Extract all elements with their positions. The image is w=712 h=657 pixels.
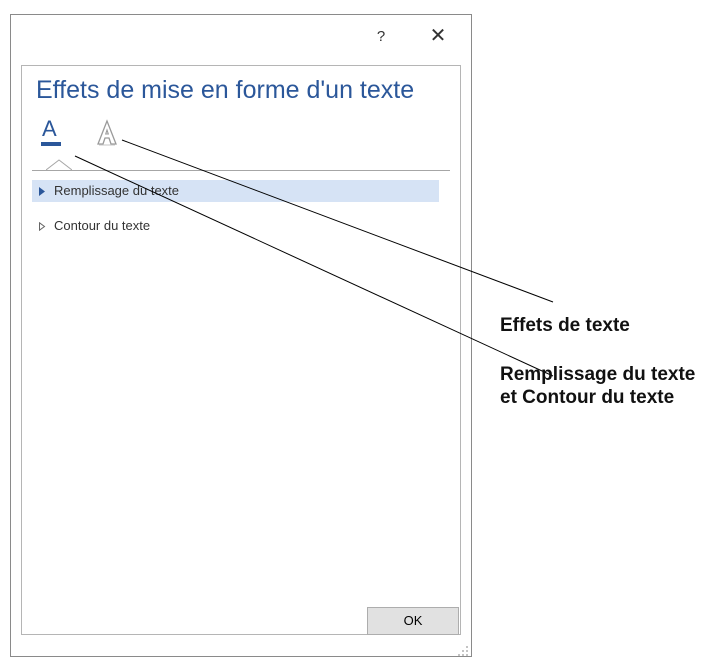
callout-line-effects [121,139,554,303]
callout-label-fill-outline: Remplissage du texte et Contour du texte [500,363,695,409]
callout-line-fill-outline [74,155,554,377]
callout-label-line: Remplissage du texte [500,364,696,385]
callout-label-effects: Effets de texte [500,315,630,336]
callout-label-line: et Contour du texte [500,387,675,408]
